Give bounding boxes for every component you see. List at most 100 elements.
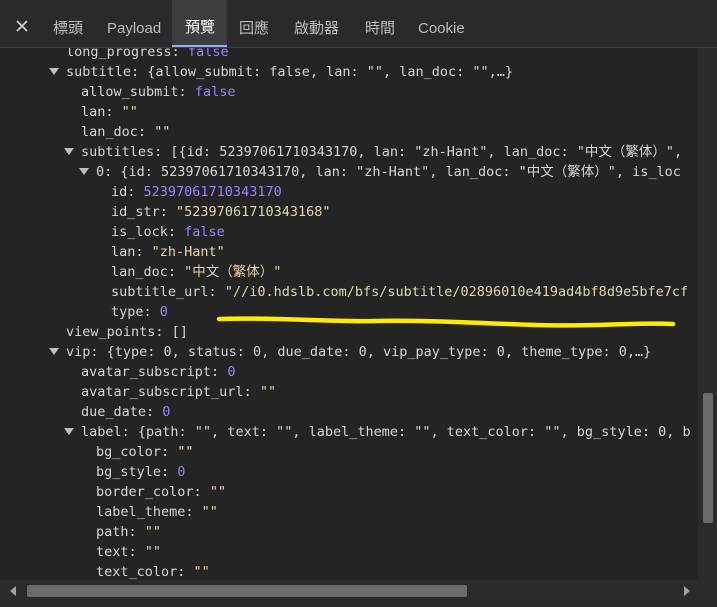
vertical-scrollbar-thumb[interactable] [703,393,713,523]
property-value: false [184,224,225,240]
property-key: text_color [96,564,178,580]
expand-triangle-icon[interactable] [64,148,74,155]
expand-triangle-icon[interactable] [79,168,89,175]
property-value: "" [121,104,138,120]
property-value: 0 [227,364,236,380]
property-value: "" [177,444,194,460]
property-value: "" [193,564,210,580]
property-value: 0 [177,464,186,480]
vertical-scrollbar[interactable] [698,48,717,580]
property-summary: {type: 0, status: 0, due_date: 0, vip_pa… [106,344,652,360]
tree-row: bg_style: 0 [96,464,186,480]
scroll-left-arrow-icon[interactable] [10,586,16,596]
property-value: false [187,48,229,60]
tree-row: path: "" [96,524,162,540]
property-key: text [96,544,129,560]
property-key: lan_doc [81,124,138,140]
property-value: "" [144,544,162,560]
tree-row: subtitle_url: "//i0.hdslb.com/bfs/subtit… [111,284,689,300]
property-key: long_progress [66,48,172,60]
expand-triangle-icon[interactable] [49,348,59,355]
tree-row: bg_color: "" [96,444,194,460]
tab-payload[interactable]: Payload [99,0,169,47]
tree-row: lan_doc: "中文（繁体）" [111,264,282,280]
tree-row: avatar_subscript: 0 [81,364,236,380]
tree-row[interactable]: subtitles: [{id: 52397061710343170, lan:… [81,142,682,162]
property-key: bg_color [96,444,162,460]
property-summary: {id: 52397061710343170, lan: "zh-Hant", … [120,164,681,180]
tree-row[interactable]: 0: {id: 52397061710343170, lan: "zh-Hant… [96,162,681,182]
horizontal-scrollbar[interactable] [0,580,717,607]
tree-row: lan: "zh-Hant" [111,244,225,260]
property-key: subtitle_url [111,284,209,300]
property-value: "" [209,484,227,500]
property-key: lan_doc [111,264,168,280]
json-preview-tree: long_progress: false subtitle: {allow_su… [0,48,698,580]
tab-headers[interactable]: 標頭 [45,0,91,47]
tree-row: text_color: "" [96,564,210,580]
property-value: "" [154,124,171,140]
property-key: vip [66,344,91,360]
property-key: id [111,184,128,200]
property-value: "" [259,384,277,400]
tree-row: text: "" [96,544,162,560]
property-key: id_str [111,204,160,220]
devtools-tab-bar: 標頭 Payload 預覽 回應 啟動器 時間 Cookie [0,0,717,48]
property-key: due_date [81,404,147,420]
property-key: type [111,304,144,320]
property-value: "52397061710343168" [176,204,331,220]
tab-timing[interactable]: 時間 [357,0,403,47]
tree-row: is_lock: false [111,224,225,240]
expand-triangle-icon[interactable] [49,68,59,75]
tree-row[interactable]: label: {path: "", text: "", label_theme:… [81,422,691,442]
property-key: view_points [66,324,156,340]
horizontal-scrollbar-thumb[interactable] [27,585,467,597]
close-icon[interactable] [14,18,30,34]
property-key: label [81,424,122,440]
tree-row[interactable]: vip: {type: 0, status: 0, due_date: 0, v… [66,342,651,362]
tree-row: label_theme: "" [96,504,218,520]
tree-row: avatar_subscript_url: "" [81,384,277,400]
property-key: is_lock [111,224,168,240]
property-key: 0 [96,164,105,180]
tab-initiator[interactable]: 啟動器 [286,0,347,47]
expand-triangle-icon[interactable] [64,428,74,435]
property-value: "//i0.hdslb.com/bfs/subtitle/02896010e41… [224,284,689,300]
highlight-underline [216,316,676,328]
property-key: allow_submit [81,84,179,100]
property-summary: {path: "", text: "", label_theme: "", te… [137,424,691,440]
tree-row: allow_submit: false [81,84,236,100]
tree-row: lan: "" [81,104,138,120]
tree-row: view_points: [] [66,324,188,340]
property-value: "zh-Hant" [151,244,225,260]
property-key: bg_style [96,464,162,480]
tab-cookie[interactable]: Cookie [410,0,473,47]
property-key: lan [111,244,136,260]
property-summary: [{id: 52397061710343170, lan: "zh-Hant",… [170,144,683,160]
property-value: false [194,84,236,100]
property-summary: {allow_submit: false, lan: "", lan_doc: … [147,64,514,80]
tree-row: type: 0 [111,304,168,320]
property-key: avatar_subscript_url [81,384,244,400]
property-key: border_color [96,484,194,500]
property-value: 0 [162,404,171,420]
tab-preview[interactable]: 預覽 [172,0,227,47]
property-value: 0 [159,304,168,320]
property-value: "" [144,524,162,540]
property-value: [] [171,324,188,340]
property-value: "中文（繁体）" [184,264,282,280]
property-value: "" [201,504,218,520]
property-key: subtitles [81,144,155,160]
property-key: avatar_subscript [81,364,212,380]
tree-row: id: 52397061710343170 [111,184,282,200]
property-key: path [96,524,129,540]
property-key: lan [81,104,106,120]
tab-response[interactable]: 回應 [231,0,277,47]
tree-row: long_progress: false [66,48,229,62]
property-key: subtitle [66,64,132,80]
property-key: label_theme [96,504,186,520]
tree-row: id_str: "52397061710343168" [111,204,331,220]
tree-row: border_color: "" [96,484,227,500]
scroll-right-arrow-icon[interactable] [684,586,690,596]
tree-row[interactable]: subtitle: {allow_submit: false, lan: "",… [66,62,513,82]
